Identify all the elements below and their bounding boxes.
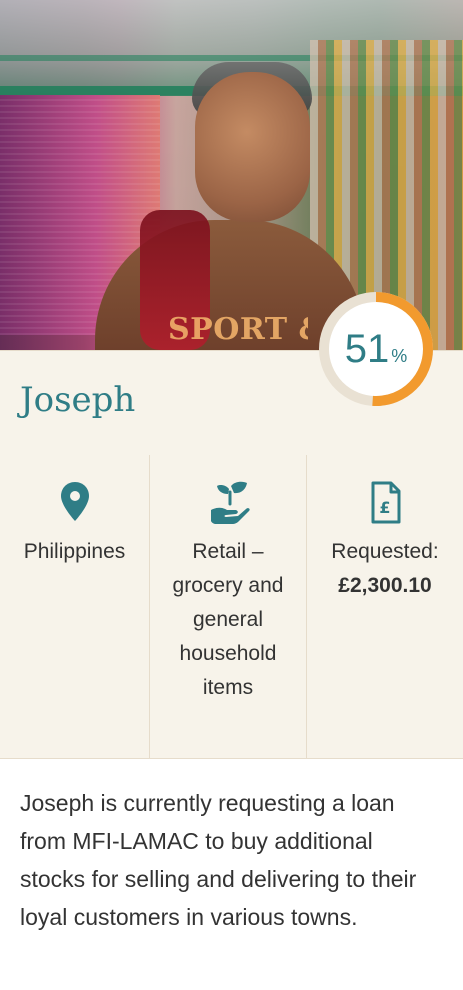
progress-text: 51 % — [315, 288, 437, 410]
progress-percent-number: 51 — [344, 327, 390, 371]
details-grid: Philippines Retail – grocery and general… — [0, 455, 463, 759]
details-sector: Retail – grocery and general household i… — [150, 455, 307, 758]
sector-label: Retail – grocery and general household i… — [172, 540, 284, 699]
photo-person-head — [195, 72, 310, 222]
loan-description: Joseph is currently requesting a loan fr… — [20, 790, 417, 930]
requested-label: Requested: — [331, 540, 439, 563]
details-requested: £ Requested: £2,300.10 — [307, 455, 463, 758]
hand-plant-icon — [208, 480, 250, 525]
requested-amount: £2,300.10 — [338, 574, 432, 597]
photo-shirt-text: SPORT & EXP — [168, 312, 308, 347]
location-label: Philippines — [23, 540, 126, 563]
borrower-name: Joseph — [20, 380, 136, 420]
details-location: Philippines — [0, 455, 150, 758]
progress-percent-symbol: % — [391, 345, 408, 366]
funded-progress: 51 % — [315, 288, 437, 410]
svg-text:£: £ — [379, 498, 390, 517]
pound-document-icon: £ — [365, 480, 405, 525]
map-pin-icon — [55, 480, 95, 525]
requested-block: Requested: £2,300.10 — [319, 535, 451, 603]
